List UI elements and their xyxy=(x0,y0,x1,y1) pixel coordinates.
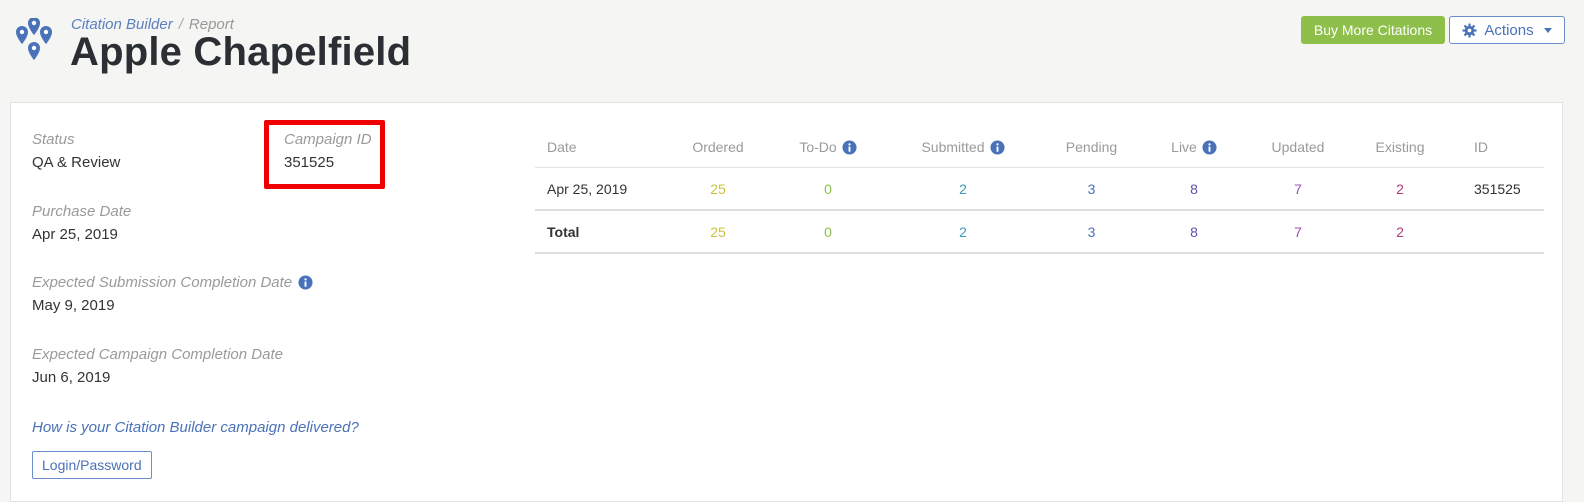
col-date: Date xyxy=(535,127,653,168)
buy-more-citations-button[interactable]: Buy More Citations xyxy=(1301,16,1445,44)
expected-campaign-field: Expected Campaign Completion Date Jun 6,… xyxy=(32,346,283,386)
expected-submission-label-row: Expected Submission Completion Date xyxy=(32,274,313,291)
info-icon[interactable] xyxy=(1202,139,1217,155)
status-field: Status QA & Review xyxy=(32,131,120,171)
col-existing: Existing xyxy=(1338,127,1462,168)
map-pins-logo-icon xyxy=(16,18,52,60)
citation-stats-table: Date Ordered To-Do Submitted Pending Liv… xyxy=(535,127,1544,254)
col-id: ID xyxy=(1462,127,1544,168)
actions-label: Actions xyxy=(1484,21,1534,39)
expected-submission-value: May 9, 2019 xyxy=(32,297,115,314)
total-pending: 3 xyxy=(1053,210,1130,254)
purchase-date-value: Apr 25, 2019 xyxy=(32,226,118,243)
total-todo: 0 xyxy=(783,210,873,254)
total-ordered: 25 xyxy=(653,210,783,254)
row-date: Apr 25, 2019 xyxy=(535,167,653,211)
row-pending: 3 xyxy=(1053,167,1130,211)
total-updated: 7 xyxy=(1258,210,1338,254)
row-ordered: 25 xyxy=(653,167,783,211)
total-submitted: 2 xyxy=(873,210,1053,254)
row-id: 351525 xyxy=(1462,167,1544,211)
table-total-row: Total 25 0 2 3 8 7 2 xyxy=(535,210,1544,254)
col-todo-label: To-Do xyxy=(799,139,837,155)
info-icon[interactable] xyxy=(842,139,857,155)
caret-down-icon xyxy=(1543,27,1552,33)
total-id xyxy=(1462,210,1544,254)
gear-icon xyxy=(1462,22,1477,38)
campaign-id-highlight xyxy=(264,120,385,189)
col-submitted-label: Submitted xyxy=(921,139,985,155)
table-header-row: Date Ordered To-Do Submitted Pending Liv… xyxy=(535,127,1544,168)
page-title: Apple Chapelfield xyxy=(70,30,412,74)
row-updated: 7 xyxy=(1258,167,1338,211)
report-card: Status QA & Review Campaign ID 351525 Pu… xyxy=(10,102,1563,502)
total-existing: 2 xyxy=(1338,210,1462,254)
status-label: Status xyxy=(32,131,75,148)
col-todo: To-Do xyxy=(783,127,873,168)
login-password-button[interactable]: Login/Password xyxy=(32,451,152,479)
info-icon[interactable] xyxy=(989,139,1005,155)
col-updated: Updated xyxy=(1258,127,1338,168)
info-icon[interactable] xyxy=(298,275,313,290)
status-value: QA & Review xyxy=(32,154,121,171)
col-ordered: Ordered xyxy=(653,127,783,168)
total-label: Total xyxy=(535,210,653,254)
delivery-info-link[interactable]: How is your Citation Builder campaign de… xyxy=(32,419,359,436)
row-existing: 2 xyxy=(1338,167,1462,211)
expected-submission-field: Expected Submission Completion Date May … xyxy=(32,274,313,314)
actions-dropdown-button[interactable]: Actions xyxy=(1449,16,1565,44)
col-live-label: Live xyxy=(1171,139,1197,155)
row-todo: 0 xyxy=(783,167,873,211)
row-submitted: 2 xyxy=(873,167,1053,211)
col-live: Live xyxy=(1130,127,1258,168)
purchase-date-label: Purchase Date xyxy=(32,203,132,220)
expected-campaign-label: Expected Campaign Completion Date xyxy=(32,346,283,363)
total-live: 8 xyxy=(1130,210,1258,254)
purchase-date-field: Purchase Date Apr 25, 2019 xyxy=(32,203,131,243)
expected-submission-label: Expected Submission Completion Date xyxy=(32,274,293,291)
expected-campaign-value: Jun 6, 2019 xyxy=(32,369,111,386)
table-row: Apr 25, 2019 25 0 2 3 8 7 2 351525 xyxy=(535,167,1544,211)
col-submitted: Submitted xyxy=(873,127,1053,168)
row-live: 8 xyxy=(1130,167,1258,211)
col-pending: Pending xyxy=(1053,127,1130,168)
